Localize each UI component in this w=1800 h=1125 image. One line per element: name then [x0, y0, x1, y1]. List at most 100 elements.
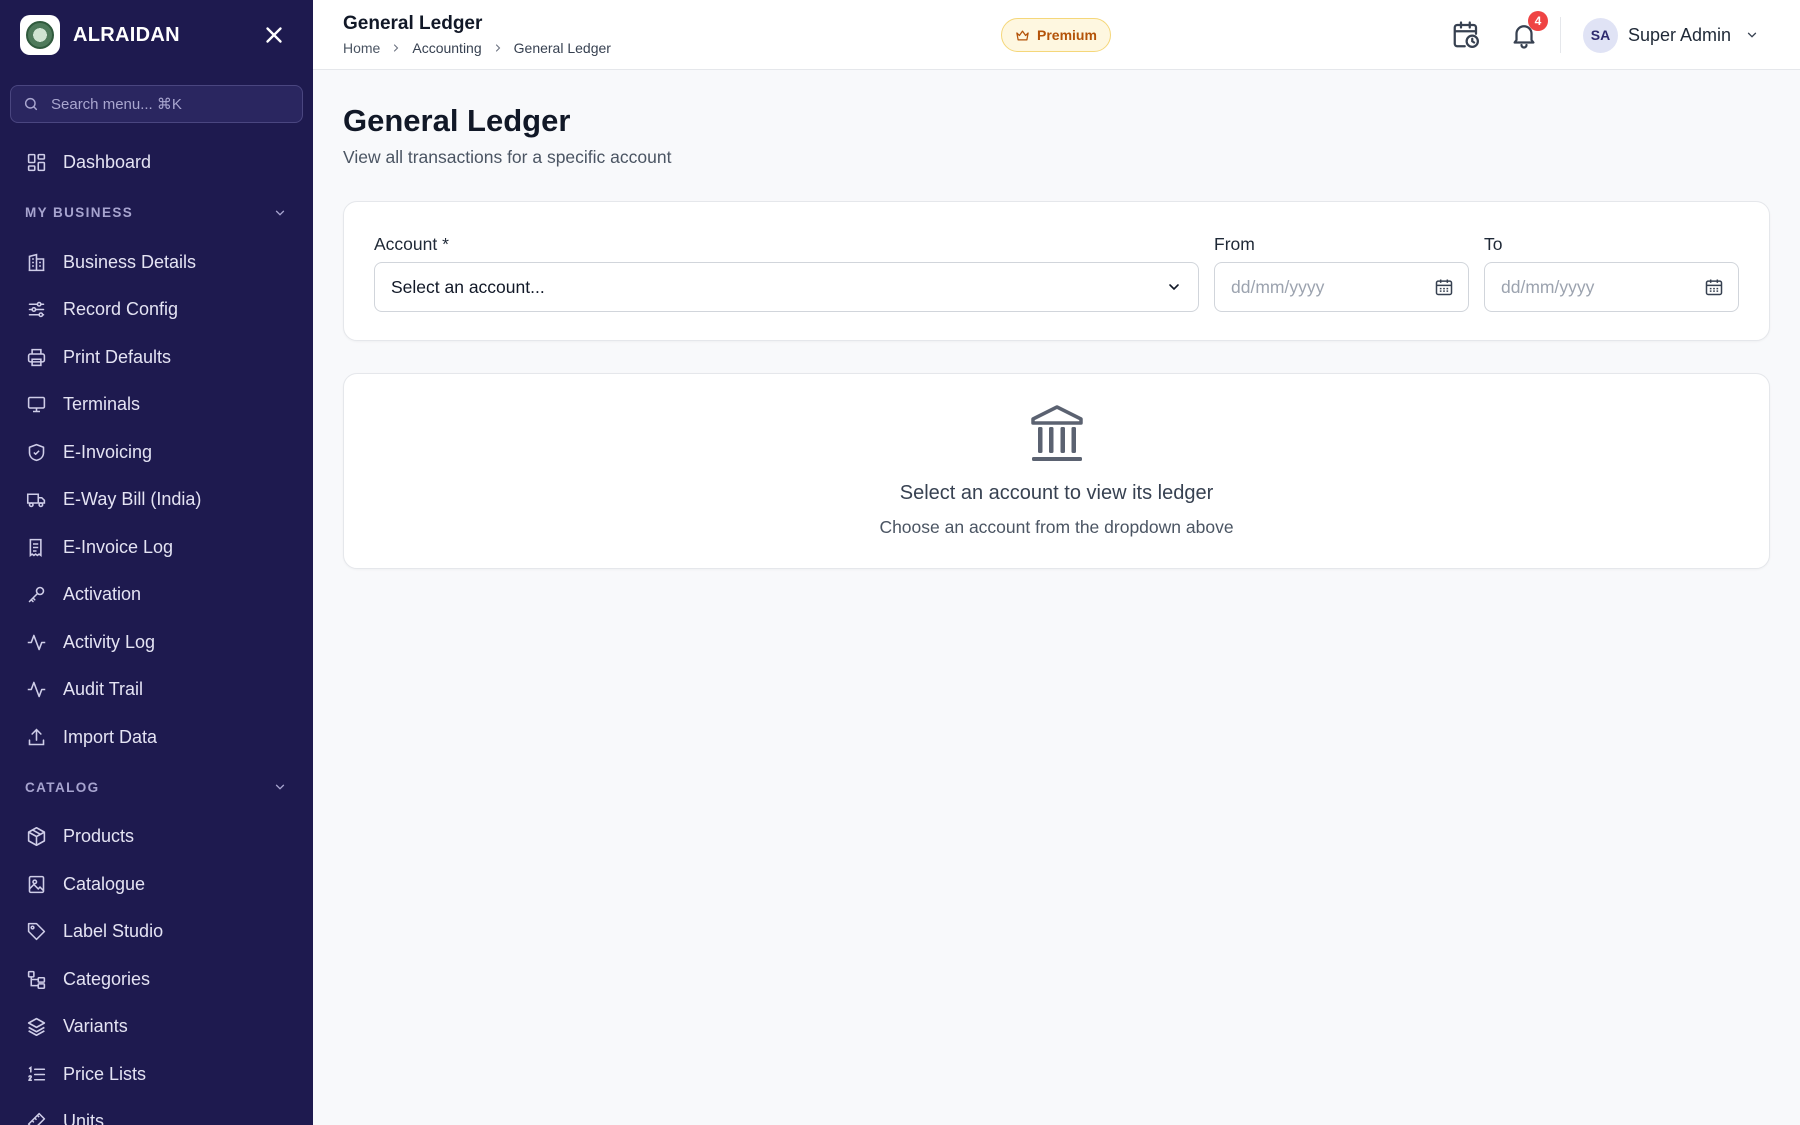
sidebar-item-catalogue[interactable]: Catalogue [0, 861, 313, 909]
tag-icon [27, 923, 46, 941]
logo-seal-icon [26, 21, 54, 49]
empty-state-subtitle: Choose an account from the dropdown abov… [879, 517, 1234, 537]
sidebar-item-label: E-Way Bill (India) [63, 489, 202, 510]
sidebar-item-price-lists[interactable]: Price Lists [0, 1051, 313, 1099]
to-label: To [1484, 234, 1503, 254]
sidebar-item-label: Activity Log [63, 631, 156, 652]
sidebar-item-print-defaults[interactable]: Print Defaults [0, 334, 313, 382]
sidebar-item-label: Units [63, 1111, 105, 1125]
sidebar-item-label: Dashboard [63, 152, 152, 173]
chevron-down-icon [1747, 32, 1757, 38]
brand-header: ALRAIDAN [0, 0, 313, 70]
avatar: SA [1583, 17, 1618, 53]
monitor-icon [27, 396, 46, 413]
search-box[interactable] [10, 85, 303, 123]
image-book-icon [28, 875, 45, 893]
page-title: General Ledger [343, 103, 571, 138]
sidebar: ALRAIDAN Dashboard MY BUSINESS Business … [0, 0, 313, 1125]
sidebar-item-terminals[interactable]: Terminals [0, 381, 313, 429]
topbar: General Ledger Home Accounting General L… [313, 0, 1800, 70]
search-input[interactable] [51, 95, 281, 113]
sidebar-item-activation[interactable]: Activation [0, 571, 313, 619]
section-title: CATALOG [25, 779, 100, 795]
sidebar-item-label: Activation [63, 584, 142, 605]
bank-icon [1031, 405, 1083, 461]
sidebar-item-label-studio[interactable]: Label Studio [0, 908, 313, 956]
receipt-icon [29, 538, 42, 557]
sidebar-item-business-details[interactable]: Business Details [0, 239, 313, 287]
to-date-input[interactable] [1501, 276, 1681, 298]
sidebar-item-audit-trail[interactable]: Audit Trail [0, 666, 313, 714]
sliders-icon [28, 301, 45, 318]
chevron-down-icon [275, 784, 285, 790]
calendar-icon[interactable] [1704, 277, 1724, 297]
sidebar-item-variants[interactable]: Variants [0, 1003, 313, 1051]
sidebar-item-label: Terminals [63, 394, 141, 415]
sidebar-item-label: Products [63, 826, 135, 847]
sidebar-item-products[interactable]: Products [0, 813, 313, 861]
empty-state-card: Select an account to view its ledger Cho… [343, 373, 1770, 569]
sidebar-item-import-data[interactable]: Import Data [0, 714, 313, 762]
sidebar-item-label: Variants [63, 1016, 128, 1037]
close-icon[interactable] [261, 22, 287, 48]
activity-icon [27, 681, 46, 698]
sidebar-item-label: Business Details [63, 251, 197, 272]
activity-icon [27, 634, 46, 651]
sidebar-item-record-config[interactable]: Record Config [0, 286, 313, 334]
user-menu[interactable]: SA Super Admin [1583, 17, 1759, 53]
premium-label: Premium [1037, 27, 1097, 43]
empty-state-title: Select an account to view its ledger [899, 482, 1214, 504]
topbar-title: General Ledger [343, 13, 483, 34]
printer-icon [27, 348, 46, 366]
ruler-icon [27, 1113, 46, 1125]
breadcrumb-home[interactable]: Home [343, 40, 380, 56]
hierarchy-icon [27, 970, 46, 989]
sidebar-item-label: Record Config [63, 299, 179, 320]
premium-badge[interactable]: Premium [1001, 18, 1111, 52]
user-name: Super Admin [1628, 24, 1732, 45]
sidebar-item-label: Import Data [63, 726, 158, 747]
sidebar-item-label: Categories [63, 968, 151, 989]
crown-icon [1016, 30, 1029, 40]
key-icon [28, 586, 45, 603]
sidebar-item-categories[interactable]: Categories [0, 956, 313, 1004]
topbar-divider [1560, 17, 1561, 53]
sidebar-item-label: Catalogue [63, 873, 146, 894]
breadcrumb: Home Accounting General Ledger [343, 40, 611, 56]
sidebar-item-dashboard[interactable]: Dashboard [0, 139, 313, 187]
sidebar-item-label: Print Defaults [63, 346, 172, 367]
package-icon [27, 827, 46, 847]
sidebar-item-activity-log[interactable]: Activity Log [0, 619, 313, 667]
section-my-business-toggle[interactable]: MY BUSINESS [0, 187, 313, 239]
brand-logo[interactable] [20, 15, 60, 55]
sidebar-item-e-invoicing[interactable]: E-Invoicing [0, 429, 313, 477]
calendar-icon[interactable] [1434, 277, 1454, 297]
layers-icon [27, 1018, 46, 1037]
notification-count-badge: 4 [1528, 11, 1548, 31]
from-label: From [1214, 234, 1255, 254]
sidebar-item-label: Price Lists [63, 1063, 147, 1084]
calendar-clock-icon[interactable] [1451, 20, 1481, 50]
shield-check-icon [28, 443, 45, 461]
account-select-value: Select an account... [391, 276, 545, 297]
sidebar-item-units[interactable]: Units [0, 1098, 313, 1125]
sidebar-item-e-invoice-log[interactable]: E-Invoice Log [0, 524, 313, 572]
filters-card: Account * Select an account... From To [343, 201, 1770, 341]
from-date-field[interactable] [1214, 262, 1469, 312]
sidebar-item-e-way-bill[interactable]: E-Way Bill (India) [0, 476, 313, 524]
sidebar-item-label: Label Studio [63, 921, 164, 942]
chevron-right-icon [495, 44, 500, 52]
upload-icon [28, 728, 45, 746]
to-date-field[interactable] [1484, 262, 1739, 312]
breadcrumb-accounting[interactable]: Accounting [412, 40, 481, 56]
list-ordered-icon [28, 1065, 46, 1081]
brand-name: ALRAIDAN [73, 23, 180, 46]
section-title: MY BUSINESS [25, 205, 134, 220]
dashboard-icon [27, 154, 46, 172]
section-catalog-toggle[interactable]: CATALOG [0, 761, 313, 813]
sidebar-item-label: Audit Trail [63, 679, 144, 700]
from-date-input[interactable] [1231, 276, 1411, 298]
account-select[interactable]: Select an account... [374, 262, 1199, 312]
sidebar-item-label: E-Invoice Log [63, 536, 174, 557]
account-label: Account * [374, 234, 449, 254]
